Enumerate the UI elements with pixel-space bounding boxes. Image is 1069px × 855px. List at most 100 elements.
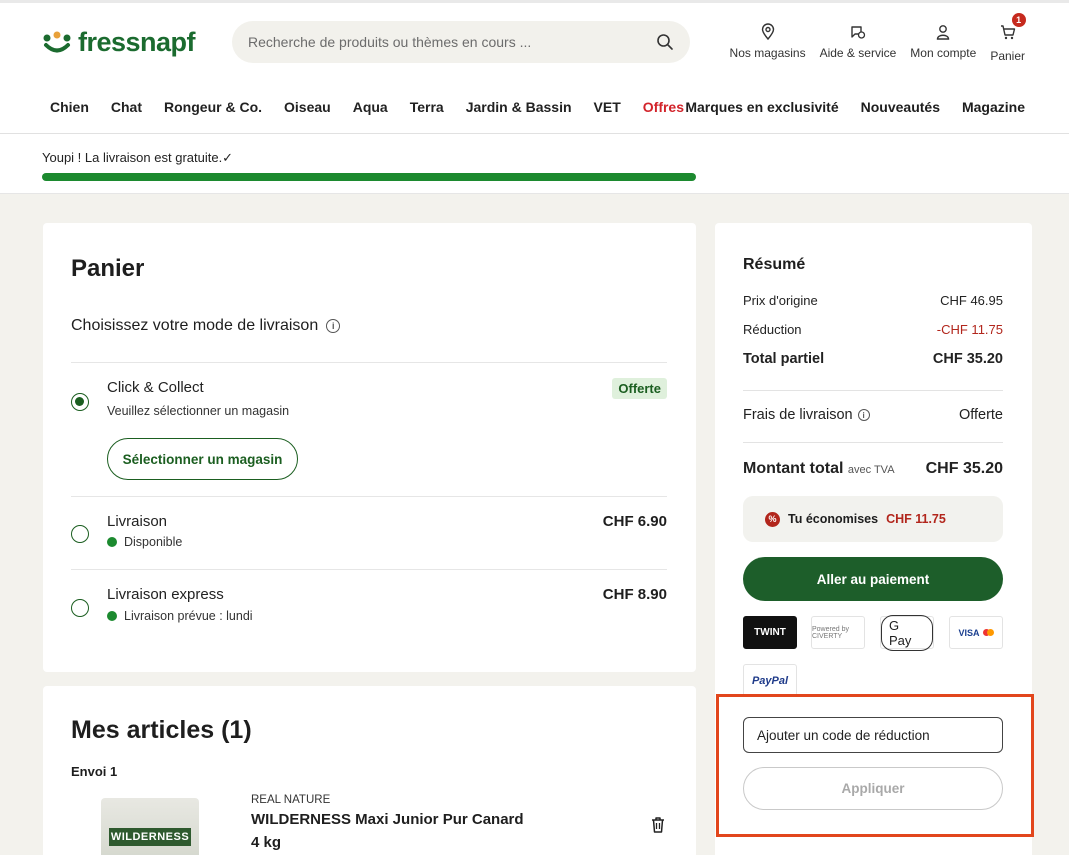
discount-label: Réduction [743,322,802,337]
account-label: Mon compte [910,46,977,60]
items-title: Mes articles (1) [71,716,252,744]
subtotal-value: CHF 35.20 [932,351,1003,367]
option-availability: Livraison prévue : lundi [107,609,253,623]
site-header: fressnapf Nos magasins Aide & service Mo… [0,0,1069,134]
twint-logo: TWINT [743,616,797,649]
product-name[interactable]: WILDERNESS Maxi Junior Pur Canard [251,811,524,828]
delivery-option-express[interactable]: Livraison express Livraison prévue : lun… [71,569,667,649]
savings-value: CHF 11.75 [886,512,946,526]
original-price-row: Prix d'origine CHF 46.95 [743,293,1003,308]
paypal-logo: PayPal [743,664,797,697]
location-pin-icon [761,23,774,41]
total-row: Montant total avec TVA CHF 35.20 [743,460,1003,478]
delivery-mode-heading: Choisissez votre mode de livraison i [71,317,341,335]
divider [743,442,1003,443]
account-link[interactable]: Mon compte [910,23,976,63]
search-bar[interactable] [232,21,690,63]
logo[interactable]: fressnapf [42,27,196,58]
cart-icon-wrap: 1 [999,13,1026,44]
delivery-mode-title: Choisissez votre mode de livraison [71,317,319,334]
status-dot-icon [107,537,117,547]
discount-value: -CHF 11.75 [936,322,1003,337]
product-image[interactable]: WILDERNESS [101,798,199,855]
info-icon[interactable]: i [857,409,870,421]
info-icon[interactable]: i [326,319,341,333]
help-label: Aide & service [819,46,897,60]
option-subtitle-text: Veuillez sélectionner un magasin [107,404,290,418]
offerte-badge: Offerte [612,378,667,399]
subtotal-label: Total partiel [743,351,825,367]
nav-item-chien[interactable]: Chien [50,99,89,115]
total-label: Montant total [743,460,844,477]
help-link[interactable]: Aide & service [819,23,897,63]
logo-text: fressnapf [78,27,196,57]
promo-code-highlight [716,694,1034,837]
nav-item-nouveautes[interactable]: Nouveautés [861,99,940,115]
option-price: CHF 8.90 [602,586,667,603]
option-subtitle: Veuillez sélectionner un magasin [107,404,289,418]
option-title: Livraison express [107,586,224,603]
summary-title: Résumé [743,256,806,273]
nav-item-vet[interactable]: VET [594,99,621,115]
free-shipping-progress-bar [42,173,696,181]
search-icon[interactable] [656,33,674,51]
nav-item-chat[interactable]: Chat [111,99,142,115]
savings-label: Tu économises [788,512,879,526]
radio-express[interactable] [71,599,89,617]
option-price: CHF 6.90 [602,513,667,530]
google-pay-logo: G Pay [880,614,934,651]
free-shipping-message: Youpi ! La livraison est gratuite.✓ [42,150,234,165]
nav-item-offres[interactable]: Offres [643,99,684,115]
total-vat-note: avec TVA [847,464,895,476]
nav-item-terra[interactable]: Terra [410,99,444,115]
nav-item-marques[interactable]: Marques en exclusivité [685,99,838,115]
nav-item-oiseau[interactable]: Oiseau [284,99,331,115]
original-price-label: Prix d'origine [743,293,818,308]
shipping-fee-row: Frais de livraison i Offerte [743,407,1003,423]
promo-code-input[interactable] [743,717,1003,753]
divider [743,390,1003,391]
cart-items-panel: Mes articles (1) Envoi 1 WILDERNESS REAL… [43,686,696,855]
stores-label: Nos magasins [729,46,806,60]
discount-row: Réduction -CHF 11.75 [743,322,1003,337]
product-size: 4 kg [251,834,282,851]
cart-label: Panier [990,49,1025,63]
search-input[interactable] [248,34,656,50]
total-value: CHF 35.20 [925,460,1003,477]
percent-icon: % [765,511,780,527]
total-label-wrap: Montant total avec TVA [743,460,895,478]
option-title: Click & Collect [107,379,204,396]
status-dot-icon [107,611,117,621]
option-subtitle-text: Disponible [124,535,183,549]
nav-item-magazine[interactable]: Magazine [962,99,1025,115]
secondary-nav: Marques en exclusivité Nouveautés Magazi… [685,99,1025,115]
cart-count-badge: 1 [1011,13,1026,27]
nav-item-rongeur[interactable]: Rongeur & Co. [164,99,262,115]
product-package-label: WILDERNESS [109,828,191,846]
product-brand: REAL NATURE [251,794,331,806]
visa-text: VISA [958,627,980,638]
radio-click-collect[interactable] [71,393,89,411]
nav-item-jardin[interactable]: Jardin & Bassin [466,99,572,115]
original-price-value: CHF 46.95 [940,293,1003,308]
select-store-button[interactable]: Sélectionner un magasin [107,438,298,480]
twint-text: TWINT [754,627,786,638]
civerty-text: Powered by CIVERTY [812,625,849,640]
checkout-button[interactable]: Aller au paiement [743,557,1003,601]
page-title: Panier [71,255,145,282]
visa-mastercard-logo: VISA [949,616,1003,649]
apply-promo-button[interactable]: Appliquer [743,767,1003,810]
trash-icon[interactable] [650,816,666,834]
shipment-label: Envoi 1 [71,764,118,779]
radio-standard[interactable] [71,525,89,543]
shipping-fee-value: Offerte [958,407,1003,423]
delivery-option-click-collect[interactable]: Click & Collect Veuillez sélectionner un… [71,362,667,496]
free-shipping-banner: Youpi ! La livraison est gratuite.✓ [0,134,1069,194]
subtotal-row: Total partiel CHF 35.20 [743,351,1003,367]
gpay-text: G Pay [881,614,933,651]
stores-link[interactable]: Nos magasins [730,23,806,63]
delivery-option-standard[interactable]: Livraison Disponible CHF 6.90 [71,496,667,569]
nav-item-aqua[interactable]: Aqua [353,99,388,115]
cart-link[interactable]: 1 Panier [990,13,1026,63]
cart-panel: Panier Choisissez votre mode de livraiso… [43,223,696,672]
